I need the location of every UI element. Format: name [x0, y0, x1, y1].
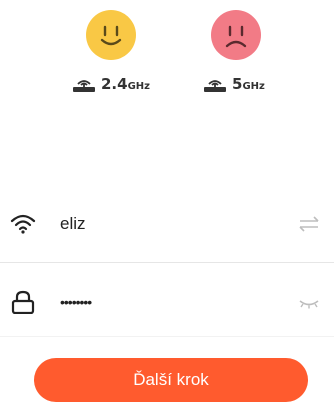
band-24-unit: GHz — [127, 81, 150, 92]
band-24-label: 2.4 GHz — [72, 77, 150, 92]
band-5-sad-face-icon — [211, 10, 261, 60]
divider — [0, 262, 334, 263]
wifi-icon — [10, 214, 36, 234]
band-24-value: 2.4 — [101, 75, 128, 93]
ssid-value: eliz — [60, 214, 86, 233]
password-field[interactable]: •••••••• — [10, 282, 334, 322]
router-icon — [73, 80, 95, 92]
router-icon — [204, 80, 226, 92]
band-5-value: 5 — [232, 75, 243, 93]
switch-arrows-icon[interactable] — [298, 216, 320, 232]
wifi-ssid-field[interactable]: eliz — [10, 204, 334, 244]
eye-closed-icon[interactable] — [298, 294, 320, 310]
lock-icon — [11, 290, 35, 314]
band-24-happy-face-icon — [86, 10, 136, 60]
band-5-unit: GHz — [242, 81, 265, 92]
band-5-label: 5 GHz — [203, 77, 265, 92]
password-value: •••••••• — [60, 294, 92, 310]
divider — [0, 336, 334, 337]
next-step-button[interactable]: Ďalší krok — [34, 358, 308, 402]
